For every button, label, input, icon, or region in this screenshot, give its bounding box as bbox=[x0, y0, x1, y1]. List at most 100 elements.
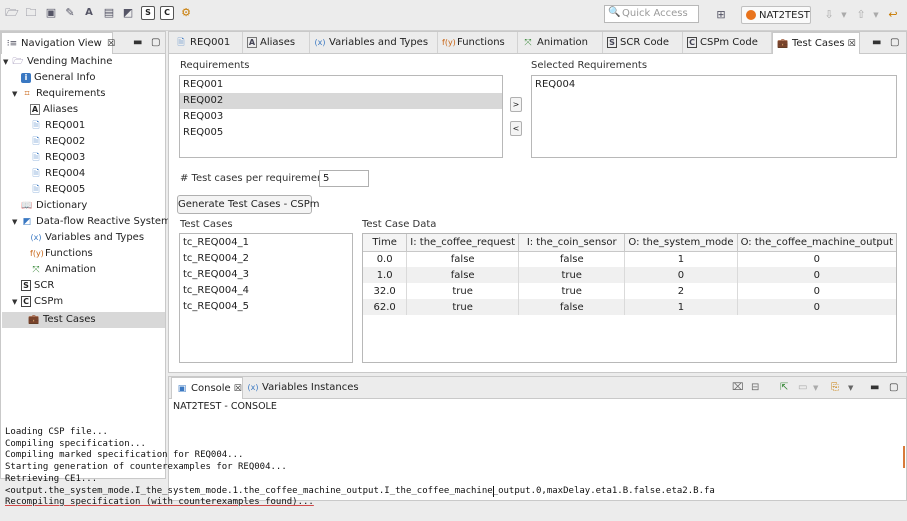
tree-item-aliases[interactable]: A Aliases bbox=[21, 102, 78, 118]
table-cell: true bbox=[518, 267, 626, 283]
table-row[interactable]: 32.0 true true 2 0 bbox=[363, 283, 896, 299]
tree-item-functions[interactable]: f(y)Functions bbox=[21, 246, 93, 262]
document-icon: 🗎 bbox=[32, 169, 40, 179]
prev-annotation-icon[interactable]: ⇧ bbox=[854, 8, 868, 22]
remove-requirement-button[interactable]: < bbox=[510, 121, 522, 136]
tab-functions[interactable]: f(y)Functions bbox=[438, 32, 518, 53]
chevron-down-icon[interactable]: ▼ bbox=[848, 384, 853, 392]
scroll-lock-icon[interactable]: ⊟ bbox=[751, 382, 759, 393]
open-console-icon[interactable]: ⎘ bbox=[831, 382, 839, 393]
test-gen-icon[interactable]: ⚙ bbox=[179, 6, 193, 20]
test-case-data-table[interactable]: Time I: the_coffee_request I: the_coin_s… bbox=[362, 233, 897, 363]
table-row[interactable]: 62.0 true false 1 0 bbox=[363, 299, 896, 315]
cspm-tool-icon[interactable]: C bbox=[160, 6, 174, 20]
tree-item-req002[interactable]: 🗎 REQ002 bbox=[21, 134, 85, 150]
quick-access-field[interactable]: 🔍 Quick Access bbox=[604, 5, 699, 23]
table-row[interactable]: 0.0 false false 1 0 bbox=[363, 251, 896, 267]
chevron-down-icon[interactable]: ▼ bbox=[837, 8, 851, 22]
tree-item-requirements[interactable]: ▼ ⌗ Requirements bbox=[12, 86, 106, 102]
expand-icon[interactable]: ▼ bbox=[12, 294, 21, 310]
perspective-nat2test[interactable]: NAT2TEST bbox=[741, 6, 811, 24]
chevron-down-icon[interactable]: ▼ bbox=[813, 384, 818, 392]
expand-icon[interactable]: ▼ bbox=[12, 86, 21, 102]
tree-item-cspm[interactable]: ▼ C CSPm bbox=[12, 294, 63, 310]
list-item[interactable]: tc_REQ004_1 bbox=[180, 235, 352, 251]
dictionary-tool-icon[interactable]: A bbox=[82, 6, 96, 20]
back-icon[interactable]: ↩ bbox=[886, 8, 900, 22]
open-folder-icon[interactable]: 🗀 bbox=[24, 6, 38, 20]
document-icon: 🗎 bbox=[177, 38, 185, 48]
tab-variables-and-types[interactable]: (x) Variables and Types bbox=[310, 32, 438, 53]
maximize-icon[interactable]: ▢ bbox=[889, 382, 898, 393]
next-annotation-icon[interactable]: ⇩ bbox=[822, 8, 836, 22]
list-item[interactable]: tc_REQ004_5 bbox=[180, 299, 352, 315]
close-icon[interactable]: ☒ bbox=[107, 39, 115, 49]
list-item[interactable]: REQ001 bbox=[180, 77, 502, 93]
table-icon[interactable]: ▤ bbox=[102, 6, 116, 20]
list-item[interactable]: REQ005 bbox=[180, 125, 502, 141]
pin-console-icon[interactable]: ⇱ bbox=[780, 382, 788, 393]
tab-navigation-view[interactable]: ⁝≡ Navigation View ☒ bbox=[1, 32, 115, 54]
open-perspective-icon[interactable]: ⊞ bbox=[714, 8, 728, 22]
tab-scr-code[interactable]: S SCR Code bbox=[603, 32, 683, 53]
expand-icon[interactable]: ▼ bbox=[3, 54, 12, 70]
console-line: Compiling specification... bbox=[5, 438, 146, 449]
minimize-icon[interactable]: ▬ bbox=[133, 37, 142, 48]
tree-item-req001[interactable]: 🗎 REQ001 bbox=[21, 118, 85, 134]
column-header[interactable]: O: the_system_mode bbox=[624, 234, 738, 252]
list-item[interactable]: tc_REQ004_4 bbox=[180, 283, 352, 299]
tab-cspm-code[interactable]: C CSPm Code bbox=[683, 32, 772, 53]
tab-aliases[interactable]: A Aliases bbox=[243, 32, 310, 53]
edit-pencil-icon[interactable]: ✎ bbox=[63, 6, 77, 20]
close-icon[interactable]: ☒ bbox=[848, 39, 856, 49]
requirements-list[interactable]: REQ001 REQ002 REQ003 REQ005 bbox=[179, 75, 503, 158]
clear-console-icon[interactable]: ⌧ bbox=[732, 382, 744, 393]
tab-variables-instances[interactable]: (x) Variables Instances bbox=[243, 377, 359, 398]
tab-req001[interactable]: 🗎 REQ001 bbox=[171, 32, 243, 53]
column-header[interactable]: I: the_coin_sensor bbox=[518, 234, 626, 252]
list-item[interactable]: REQ002 bbox=[180, 93, 502, 109]
tab-console[interactable]: ▣ Console ☒ bbox=[171, 377, 243, 399]
tree-item-dfrs[interactable]: ▼ ◩ Data-flow Reactive System bbox=[12, 214, 171, 230]
tree-item-req003[interactable]: 🗎 REQ003 bbox=[21, 150, 85, 166]
add-requirement-button[interactable]: > bbox=[510, 97, 522, 112]
tree-item-dictionary[interactable]: 📖 Dictionary bbox=[12, 198, 87, 214]
test-cases-list[interactable]: tc_REQ004_1 tc_REQ004_2 tc_REQ004_3 tc_R… bbox=[179, 233, 353, 363]
tree-item-test-cases[interactable]: 💼 Test Cases bbox=[2, 312, 165, 328]
tree-item-general-info[interactable]: i General Info bbox=[12, 70, 96, 86]
minimize-icon[interactable]: ▬ bbox=[872, 37, 881, 48]
table-cell: 0 bbox=[813, 253, 820, 265]
save-icon[interactable]: ▣ bbox=[44, 6, 58, 20]
generate-test-cases-button[interactable]: Generate Test Cases - CSPm bbox=[177, 195, 320, 214]
tree-item-req005[interactable]: 🗎 REQ005 bbox=[21, 182, 85, 198]
selected-requirements-list[interactable]: REQ004 bbox=[531, 75, 897, 158]
expand-icon[interactable]: ▼ bbox=[12, 214, 21, 230]
scr-tool-icon[interactable]: S bbox=[141, 6, 155, 20]
tab-animation[interactable]: ⤧ Animation bbox=[518, 32, 603, 53]
table-row[interactable]: 1.0 false true 0 0 bbox=[363, 267, 896, 283]
tree-item-req004[interactable]: 🗎 REQ004 bbox=[21, 166, 85, 182]
column-header[interactable]: O: the_coffee_machine_output bbox=[737, 234, 896, 252]
column-header[interactable]: I: the_coffee_request bbox=[406, 234, 520, 252]
display-console-icon[interactable]: ▭ bbox=[798, 382, 807, 393]
tree-item-scr[interactable]: S SCR bbox=[12, 278, 54, 294]
console-output[interactable]: Loading CSP file... Compiling specificati… bbox=[5, 427, 907, 509]
close-icon[interactable]: ☒ bbox=[234, 384, 242, 394]
chart-icon[interactable]: ◩ bbox=[121, 6, 135, 20]
table-cell: false bbox=[518, 251, 626, 267]
chevron-down-icon[interactable]: ▼ bbox=[869, 8, 883, 22]
maximize-icon[interactable]: ▢ bbox=[151, 37, 160, 48]
tree-item-animation[interactable]: ⤧ Animation bbox=[21, 262, 96, 278]
list-item[interactable]: tc_REQ004_3 bbox=[180, 267, 352, 283]
maximize-icon[interactable]: ▢ bbox=[890, 37, 899, 48]
new-project-icon[interactable]: 🗁 bbox=[5, 6, 19, 20]
list-item[interactable]: tc_REQ004_2 bbox=[180, 251, 352, 267]
list-item[interactable]: REQ004 bbox=[532, 77, 896, 93]
list-item[interactable]: REQ003 bbox=[180, 109, 502, 125]
minimize-icon[interactable]: ▬ bbox=[870, 382, 879, 393]
column-header[interactable]: Time bbox=[363, 234, 408, 252]
tab-test-cases[interactable]: 💼 Test Cases ☒ bbox=[772, 32, 860, 54]
test-cases-per-req-input[interactable]: 5 bbox=[319, 170, 369, 187]
tree-item-vending-machine[interactable]: ▼ 🗁 Vending Machine bbox=[3, 54, 112, 70]
tree-item-variables-and-types[interactable]: (x) Variables and Types bbox=[21, 230, 145, 246]
